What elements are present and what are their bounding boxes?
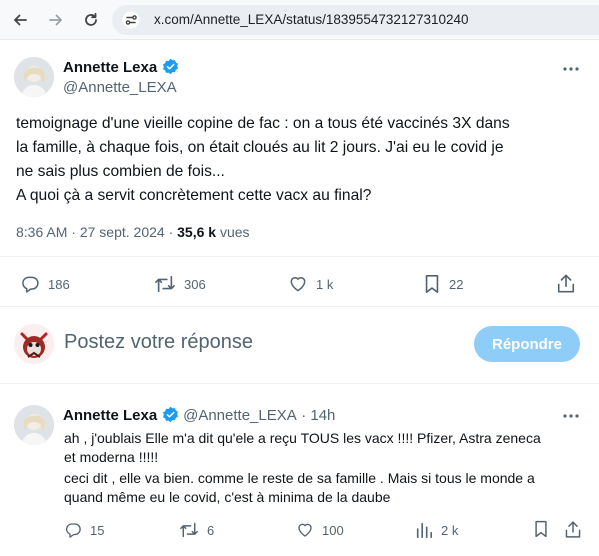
reply-text-line: et moderna !!!!! — [64, 449, 159, 465]
like-action[interactable]: 100 — [296, 521, 344, 539]
meta-separator: · — [71, 224, 76, 240]
author-name-row: Annette Lexa — [63, 58, 179, 80]
bookmark-action[interactable] — [533, 520, 549, 538]
reply-author-name[interactable]: Annette Lexa — [63, 407, 157, 424]
tweet-date[interactable]: 27 sept. 2024 — [80, 224, 165, 240]
tweet-text-line: A quoi çà a servit concrètement cette va… — [16, 187, 372, 204]
tweet-meta: 8:36 AM · 27 sept. 2024 · 35,6 k vues — [16, 224, 250, 240]
divider — [0, 383, 599, 384]
meta-separator: · — [168, 224, 174, 240]
views-count: 2 k — [441, 522, 459, 538]
verified-badge-icon — [162, 58, 179, 80]
reply-count: 15 — [90, 522, 105, 538]
like-count: 100 — [322, 522, 344, 538]
share-action[interactable] — [556, 273, 576, 294]
retweet-count: 6 — [207, 522, 215, 538]
retweet-icon — [154, 274, 176, 294]
views-count: 35,6 k — [177, 224, 217, 240]
bookmark-action[interactable]: 22 — [423, 274, 463, 294]
more-options-icon[interactable] — [562, 60, 580, 78]
forward-icon[interactable] — [45, 9, 67, 31]
reply-header: Annette Lexa @Annette_LEXA · 14h — [63, 406, 335, 428]
site-info-icon[interactable] — [122, 11, 140, 29]
retweet-action[interactable]: 306 — [154, 274, 206, 294]
reply-text-line: ah , j'oublais Elle m'a dit qu'ele a reç… — [64, 430, 541, 446]
divider — [0, 306, 599, 307]
heart-icon — [296, 521, 314, 539]
divider — [0, 256, 599, 257]
address-bar[interactable]: x.com/Annette_LEXA/status/18395547321273… — [112, 5, 599, 35]
share-icon — [556, 273, 576, 294]
views-label: vues — [219, 224, 250, 240]
reply-author-handle[interactable]: @Annette_LEXA — [183, 407, 297, 424]
reply-count: 186 — [48, 276, 70, 292]
verified-badge-icon — [162, 406, 179, 428]
author-name[interactable]: Annette Lexa — [63, 59, 157, 76]
url-text[interactable]: x.com/Annette_LEXA/status/18395547321273… — [154, 12, 469, 27]
heart-icon — [288, 274, 308, 294]
reply-icon — [64, 521, 82, 539]
like-count: 1 k — [316, 276, 334, 292]
viewer-avatar[interactable] — [14, 324, 54, 364]
retweet-action[interactable]: 6 — [179, 521, 214, 539]
share-icon — [564, 520, 582, 539]
share-action[interactable] — [564, 520, 582, 539]
reload-icon[interactable] — [80, 9, 102, 31]
reply-time[interactable]: · 14h — [301, 407, 335, 424]
tweet-text-line: la famille, à chaque fois, on était clou… — [16, 139, 504, 156]
like-action[interactable]: 1 k — [288, 274, 333, 294]
reply-button[interactable]: Répondre — [474, 326, 580, 362]
retweet-icon — [179, 521, 199, 539]
reply-action[interactable]: 15 — [64, 521, 104, 539]
views-action[interactable]: 2 k — [415, 521, 458, 539]
reply-icon — [20, 274, 40, 294]
more-options-icon[interactable] — [562, 407, 580, 425]
back-icon[interactable] — [9, 9, 31, 31]
reply-text-line: quand même eu le covid, c'est à minima d… — [64, 489, 391, 505]
bookmark-icon — [533, 520, 549, 538]
author-handle[interactable]: @Annette_LEXA — [63, 79, 177, 96]
browser-toolbar: x.com/Annette_LEXA/status/18395547321273… — [0, 0, 599, 40]
tweet-text-line: ne sais plus combien de fois... — [16, 163, 225, 180]
bookmark-count: 22 — [449, 276, 464, 292]
analytics-icon — [415, 521, 433, 539]
reply-author-avatar[interactable] — [14, 405, 54, 445]
tweet-time[interactable]: 8:36 AM — [16, 224, 67, 240]
bookmark-icon — [423, 274, 441, 294]
reply-input[interactable]: Postez votre réponse — [64, 331, 253, 354]
retweet-count: 306 — [184, 276, 206, 292]
author-avatar[interactable] — [14, 57, 54, 97]
tweet-text-line: temoignage d'une vieille copine de fac :… — [16, 115, 510, 132]
reply-text-line: ceci dit , elle va bien. comme le reste … — [64, 470, 535, 486]
reply-action[interactable]: 186 — [20, 274, 70, 294]
